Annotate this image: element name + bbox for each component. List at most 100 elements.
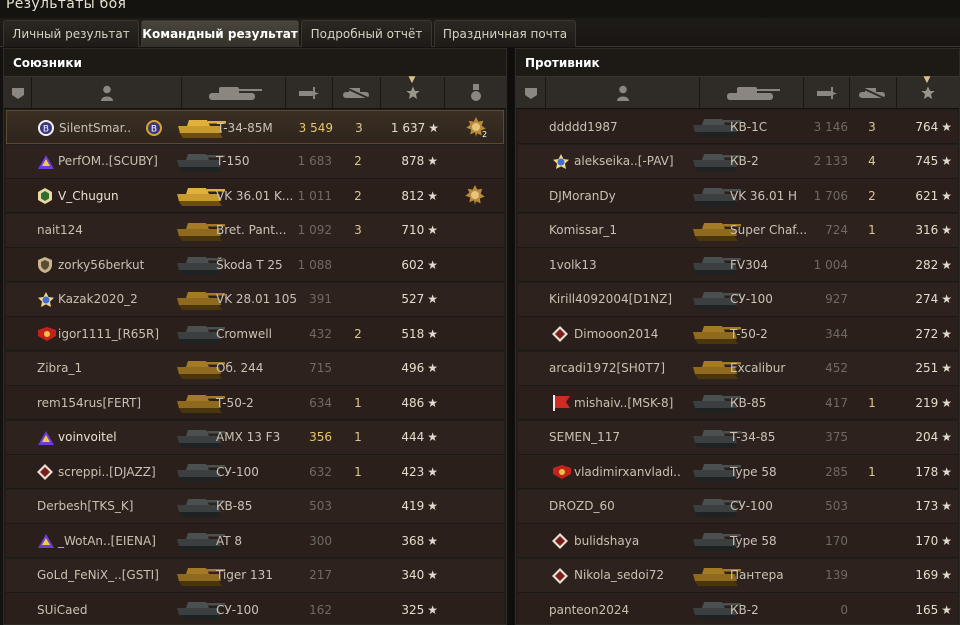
damage-value: 2 133: [813, 154, 848, 168]
player-row[interactable]: DJMoranDy VK 36.01 H 1 706 2 621 ★: [518, 179, 958, 213]
player-row[interactable]: V_Chugun VK 36.01 K... 1 011 2 812 ★: [6, 179, 504, 213]
star-icon: ★: [427, 223, 438, 237]
kills-value: 1: [354, 430, 362, 444]
player-row[interactable]: mishaiv..[MSK-8] КВ-85 417 1 219 ★: [518, 386, 958, 420]
player-row[interactable]: PerfOM..[SCUBY] T-150 1 683 2 878 ★: [6, 144, 504, 179]
clan-emblem-icon: [36, 291, 54, 309]
star-icon: ★: [941, 188, 952, 203]
tank-column-header[interactable]: [700, 77, 804, 108]
tank-name: Cromwell: [216, 326, 272, 341]
star-icon: ★: [427, 361, 438, 375]
player-row[interactable]: Zibra_1 Об. 244 715 496 ★: [6, 351, 504, 386]
tank-name: Пантера: [730, 568, 784, 582]
tank-name: Type 58: [730, 464, 777, 479]
tab-personal-result[interactable]: Личный результат: [3, 20, 139, 47]
player-row[interactable]: bulidshaya Type 58 170 170 ★: [518, 524, 958, 558]
player-row[interactable]: voinvoitel AMX 13 F3 356 1 444 ★: [6, 420, 504, 455]
platoon-column-header[interactable]: [4, 77, 32, 108]
player-row[interactable]: Nikola_sedoi72 Пантера 139 169 ★: [518, 558, 958, 593]
kills-value: 1: [354, 395, 362, 410]
xp-value: 173: [915, 499, 939, 513]
achievement-medal-icon[interactable]: 2: [465, 116, 487, 139]
player-row[interactable]: Dimooon2014 T-50-2 344 272 ★: [518, 317, 958, 351]
player-row[interactable]: screppi..[DJAZZ] СУ-100 632 1 423 ★: [6, 455, 504, 489]
xp-cell: 169 ★: [896, 559, 952, 592]
damage-column-header[interactable]: [804, 77, 850, 108]
xp-value: 486: [401, 395, 425, 410]
player-row[interactable]: ddddd1987 КВ-1С 3 146 3 764 ★: [518, 110, 958, 144]
tank-icon: [208, 86, 262, 100]
tank-name: AT 8: [216, 533, 243, 548]
platoon-column-header[interactable]: [516, 77, 546, 108]
window-title-bar: Результаты боя: [0, 0, 960, 18]
player-row[interactable]: GoLd_FeNiX_..[GSTI] Tiger 131 217 340 ★: [6, 558, 504, 593]
xp-cell: 368 ★: [382, 524, 438, 557]
tank-name: Super Chaf...: [730, 223, 808, 237]
clan-emblem-icon: [36, 256, 54, 274]
damage-value: 724: [825, 223, 848, 237]
tab-team-result[interactable]: Командный результат: [141, 20, 299, 47]
player-row[interactable]: panteon2024 КВ-2 0 165 ★: [518, 593, 958, 624]
player-row[interactable]: Komissar_1 Super Chaf... 724 1 316 ★: [518, 213, 958, 248]
xp-value: 745: [915, 154, 939, 168]
player-row[interactable]: vladimirxanvladi.. Type 58 285 1 178 ★: [518, 455, 958, 489]
xp-column-header[interactable]: ▼: [381, 75, 445, 108]
damage-value: 162: [309, 602, 332, 617]
kills-value: 3: [354, 223, 362, 237]
player-row[interactable]: zorky56berkut Škoda T 25 1 088 602 ★: [6, 248, 504, 282]
xp-value: 274: [915, 292, 939, 306]
player-row[interactable]: rem154rus[FERT] T-50-2 634 1 486 ★: [6, 386, 504, 420]
player-row[interactable]: Derbesh[TKS_K] КВ-85 503 419 ★: [6, 489, 504, 524]
kills-value: [336, 524, 380, 557]
player-column-header[interactable]: [546, 77, 700, 108]
player-row[interactable]: arcadi1972[SH0T7] Excalibur 452 251 ★: [518, 351, 958, 386]
tank-name: КВ-85: [730, 395, 767, 410]
star-icon: ★: [427, 326, 438, 341]
player-name: SUiCaed: [37, 602, 88, 617]
player-name: 1volk13: [549, 257, 597, 272]
player-row[interactable]: DROZD_60 СУ-100 503 173 ★: [518, 489, 958, 524]
kills-value: [850, 283, 894, 316]
star-icon: ★: [941, 292, 952, 306]
player-row[interactable]: nait124 Bret. Pant... 1 092 3 710 ★: [6, 213, 504, 248]
xp-value: 170: [915, 533, 939, 548]
kills-value: 1: [868, 223, 876, 237]
clan-emblem-icon: [36, 532, 54, 550]
damage-value: 452: [825, 361, 848, 375]
star-icon: ★: [941, 602, 952, 617]
damage-value: 632: [309, 464, 332, 479]
damage-value: 3 549: [298, 120, 333, 135]
player-column-header[interactable]: [32, 77, 182, 108]
player-row[interactable]: SEMEN_117 T-34-85 375 204 ★: [518, 420, 958, 455]
xp-cell: 710 ★: [382, 214, 438, 247]
xp-cell: 219 ★: [896, 386, 952, 419]
star-icon: ★: [427, 292, 438, 306]
xp-column-header[interactable]: ▼: [897, 75, 958, 108]
xp-value: 165: [915, 602, 939, 617]
player-row[interactable]: igor1111_[R65R] Cromwell 432 2 518 ★: [6, 317, 504, 351]
player-row[interactable]: alekseika..[-PAV] КВ-2 2 133 4 745 ★: [518, 144, 958, 179]
tab-holiday-mail[interactable]: Праздничная почта: [434, 20, 576, 47]
player-name: Kazak2020_2: [58, 292, 138, 306]
player-row[interactable]: Kazak2020_2 VK 28.01 105 391 527 ★: [6, 282, 504, 317]
damage-column-header[interactable]: [286, 77, 333, 108]
allies-panel: Союзники ▼ B SilentSmar.. B T-34-85M 3 549 3 1…: [3, 48, 507, 625]
achievements-column-header[interactable]: [445, 77, 506, 108]
player-row[interactable]: 1volk13 FV304 1 004 282 ★: [518, 248, 958, 282]
kills-value: [850, 317, 894, 350]
xp-cell: 764 ★: [896, 110, 952, 143]
player-row[interactable]: B SilentSmar.. B T-34-85M 3 549 3 1 637 ★ 2: [6, 110, 504, 144]
player-name: zorky56berkut: [58, 257, 145, 272]
player-row[interactable]: _WotAn..[EIENA] AT 8 300 368 ★: [6, 524, 504, 558]
tank-column-header[interactable]: [182, 77, 286, 108]
star-icon: ★: [941, 568, 952, 582]
kills-value: [336, 352, 380, 385]
player-row[interactable]: Kirill4092004[D1NZ] СУ-100 927 274 ★: [518, 282, 958, 317]
achievement-medal-icon[interactable]: [464, 184, 486, 206]
kills-column-header[interactable]: [850, 77, 897, 108]
player-row[interactable]: SUiCaed СУ-100 162 325 ★: [6, 593, 504, 624]
xp-cell: 204 ★: [896, 421, 952, 454]
kills-column-header[interactable]: [333, 77, 381, 108]
star-icon: ★: [427, 395, 438, 410]
tab-detailed-report[interactable]: Подробный отчёт: [301, 20, 432, 47]
